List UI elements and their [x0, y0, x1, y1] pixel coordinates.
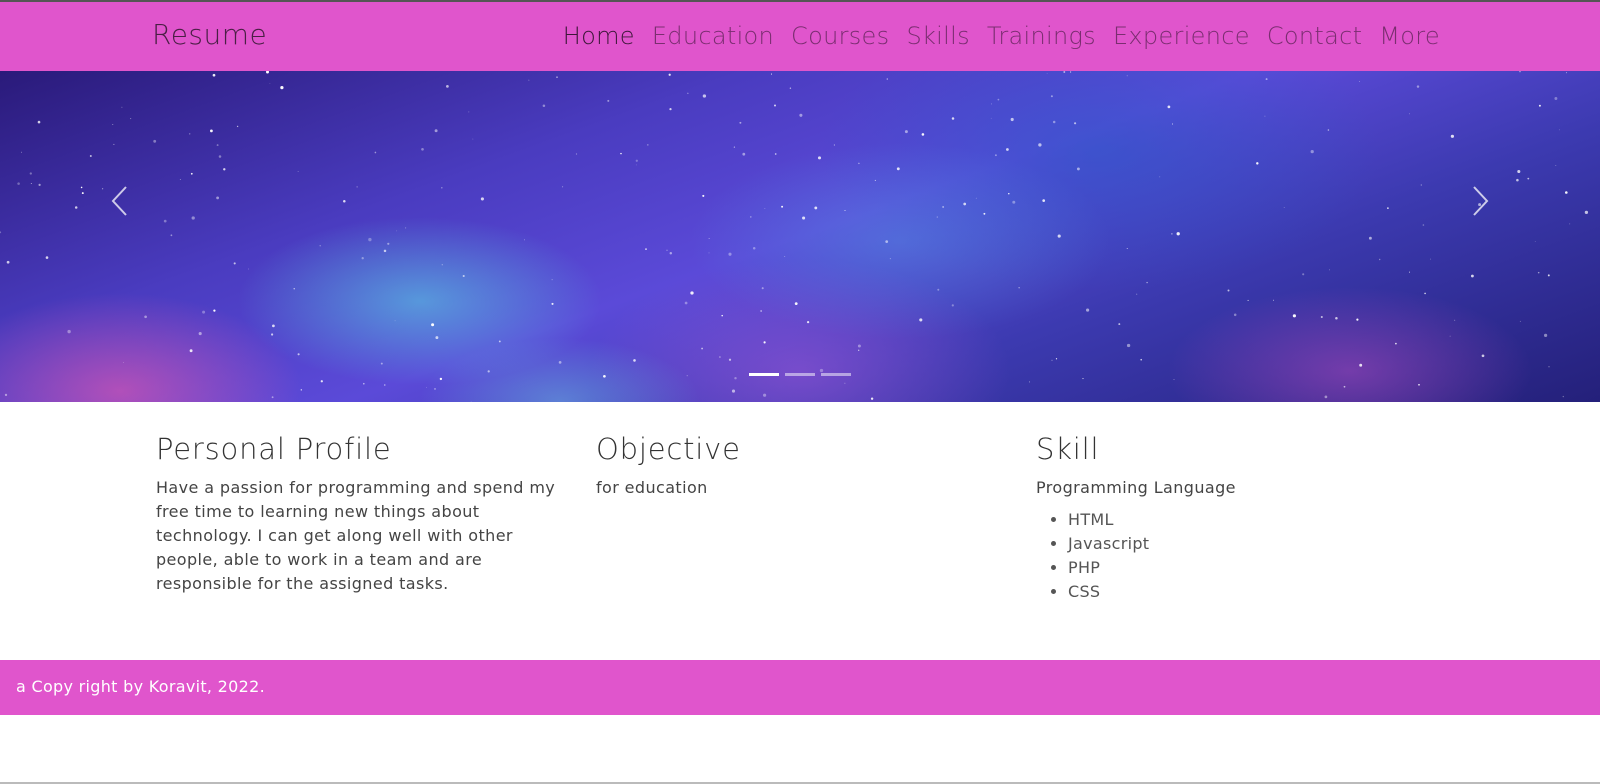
nav-menu: Home Education Courses Skills Trainings … — [563, 22, 1440, 50]
skill-item-php: PHP — [1068, 556, 1436, 580]
chevron-left-icon — [111, 186, 127, 216]
carousel-indicator-1[interactable] — [749, 373, 779, 376]
carousel-next-button[interactable] — [1460, 181, 1500, 221]
skill-section: Skill Programming Language HTML Javascri… — [1036, 432, 1436, 604]
carousel-indicator-3[interactable] — [821, 373, 851, 376]
footer: a Copy right by Koravit, 2022. — [0, 660, 1600, 715]
nav-link-home[interactable]: Home — [563, 22, 635, 50]
skill-item-css: CSS — [1068, 580, 1436, 604]
nav-link-contact[interactable]: Contact — [1267, 22, 1362, 50]
skill-subheading: Programming Language — [1036, 478, 1236, 497]
personal-profile-text: Have a passion for programming and spend… — [156, 478, 556, 593]
nav-link-skills[interactable]: Skills — [906, 22, 969, 50]
nav-item-courses: Courses — [791, 22, 889, 50]
nav-link-courses[interactable]: Courses — [791, 22, 889, 50]
objective-text: for education — [596, 478, 708, 497]
skill-heading: Skill — [1036, 432, 1100, 466]
objective-section: Objective for education — [596, 432, 996, 500]
nav-item-trainings: Trainings — [987, 22, 1096, 50]
objective-heading: Objective — [596, 432, 741, 466]
nav-item-skills: Skills — [906, 22, 969, 50]
carousel-indicator-2[interactable] — [785, 373, 815, 376]
nav-link-experience[interactable]: Experience — [1113, 22, 1250, 50]
nav-item-more: More — [1379, 22, 1440, 50]
copyright-text: a Copy right by Koravit, 2022. — [16, 677, 265, 696]
carousel-prev-button[interactable] — [100, 181, 140, 221]
personal-profile-section: Personal Profile Have a passion for prog… — [156, 432, 566, 596]
chevron-right-icon — [1473, 186, 1489, 216]
carousel-indicators — [749, 373, 851, 376]
navbar: Resume Home Education Courses Skills Tra… — [0, 2, 1600, 71]
nav-item-education: Education — [652, 22, 774, 50]
skill-item-javascript: Javascript — [1068, 532, 1436, 556]
main-content: Personal Profile Have a passion for prog… — [0, 402, 1600, 660]
nav-item-home: Home — [563, 22, 635, 50]
personal-profile-heading: Personal Profile — [156, 432, 392, 466]
nav-link-education[interactable]: Education — [652, 22, 774, 50]
nav-link-trainings[interactable]: Trainings — [987, 22, 1096, 50]
nav-link-more[interactable]: More — [1379, 22, 1440, 50]
skill-item-html: HTML — [1068, 508, 1436, 532]
hero-carousel — [0, 71, 1600, 402]
brand-logo[interactable]: Resume — [152, 18, 267, 51]
skill-list: HTML Javascript PHP CSS — [1068, 508, 1436, 604]
galaxy-background — [0, 71, 1589, 402]
nav-item-contact: Contact — [1267, 22, 1362, 50]
nav-item-experience: Experience — [1113, 22, 1250, 50]
